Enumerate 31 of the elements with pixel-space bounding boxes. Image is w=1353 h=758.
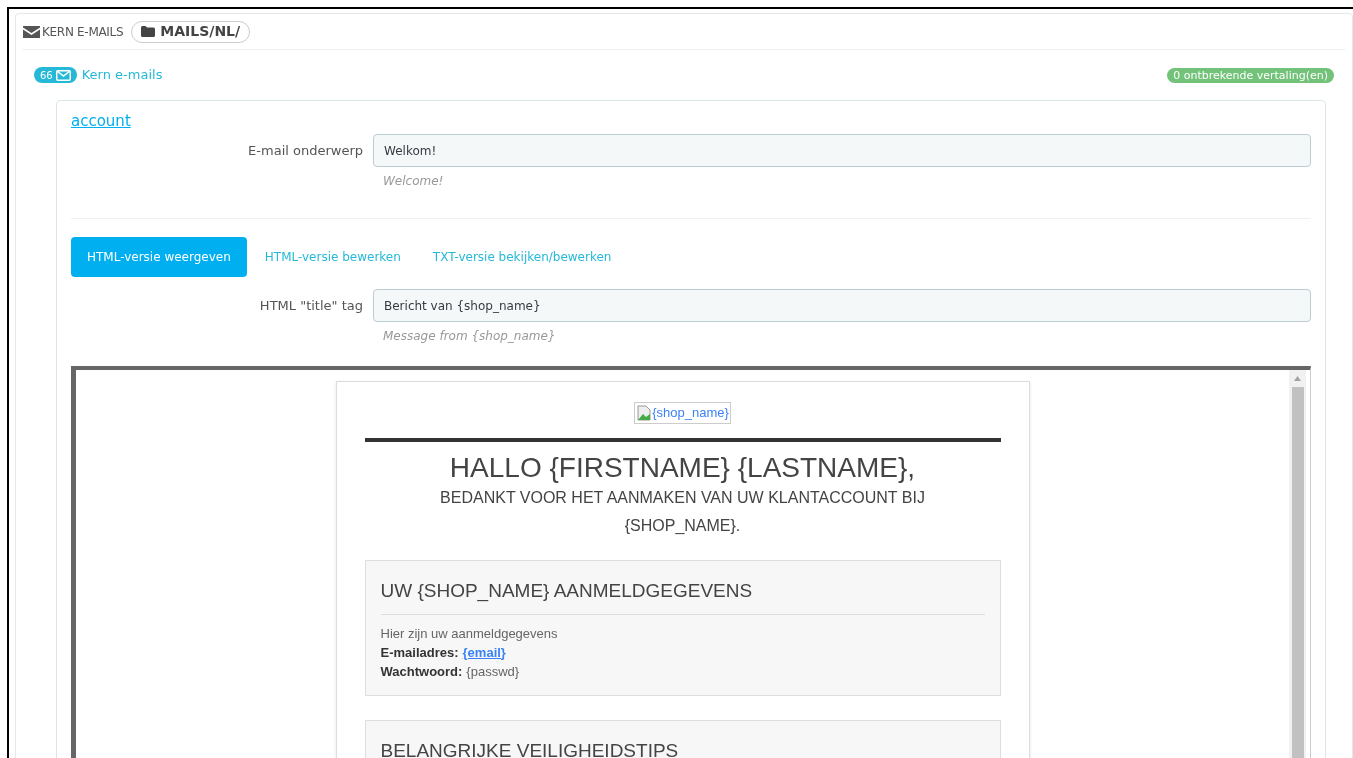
section-title: BELANGRIJKE VEILIGHEIDSTIPS <box>380 738 680 758</box>
field-label: HTML "title" tag <box>258 296 364 315</box>
view-tab[interactable]: TXT-versie bekijken/bewerken <box>418 237 626 277</box>
envelope-icon <box>23 25 40 38</box>
field-hint: Message from {shop_name} <box>383 328 557 345</box>
folder-path: MAILS/NL/ <box>160 22 241 41</box>
scrollbar-thumb[interactable] <box>1291 387 1304 758</box>
core-emails-link[interactable]: Kern e-mails <box>81 65 163 85</box>
envelope-icon <box>55 69 71 81</box>
field-hint: Welcome! <box>383 173 445 190</box>
template-name-link[interactable]: account <box>71 112 131 130</box>
broken-image-icon <box>636 405 653 421</box>
view-tab[interactable]: HTML-versie bewerken <box>250 237 415 277</box>
folder-icon <box>141 26 156 37</box>
title-tag-input[interactable]: Bericht van {shop_name} <box>373 289 1311 322</box>
broken-logo-image: {shop_name} <box>634 402 731 424</box>
section-intro: Hier zijn uw aanmeldgegevens <box>380 624 559 643</box>
section-title: UW {SHOP_NAME} AANMELDGEGEVENS <box>380 577 985 615</box>
email-link[interactable]: {email} <box>462 642 506 662</box>
email-heading: HALLO {FIRSTNAME} {LASTNAME}, <box>448 452 917 484</box>
field-label: Wachtwoord: <box>380 662 463 681</box>
panel-title: KERN E-MAILS <box>42 23 124 41</box>
field-label: E-mail onderwerp <box>247 141 364 160</box>
field-label: E-mailadres: <box>380 643 459 662</box>
view-tab[interactable]: HTML-versie weergeven <box>71 237 247 277</box>
scroll-up-icon[interactable] <box>1293 375 1302 383</box>
subject-input[interactable]: Welkom! <box>373 134 1311 167</box>
missing-translations-badge: 0 ontbrekende vertaling(en) <box>1167 67 1334 83</box>
email-count-badge: 66 <box>34 67 77 83</box>
field-value: {passwd} <box>466 662 520 681</box>
email-subheading: BEDANKT VOOR HET AANMAKEN VAN UW KLANTACCOUNT BIJ {SHOP_NAME}. <box>439 488 926 536</box>
